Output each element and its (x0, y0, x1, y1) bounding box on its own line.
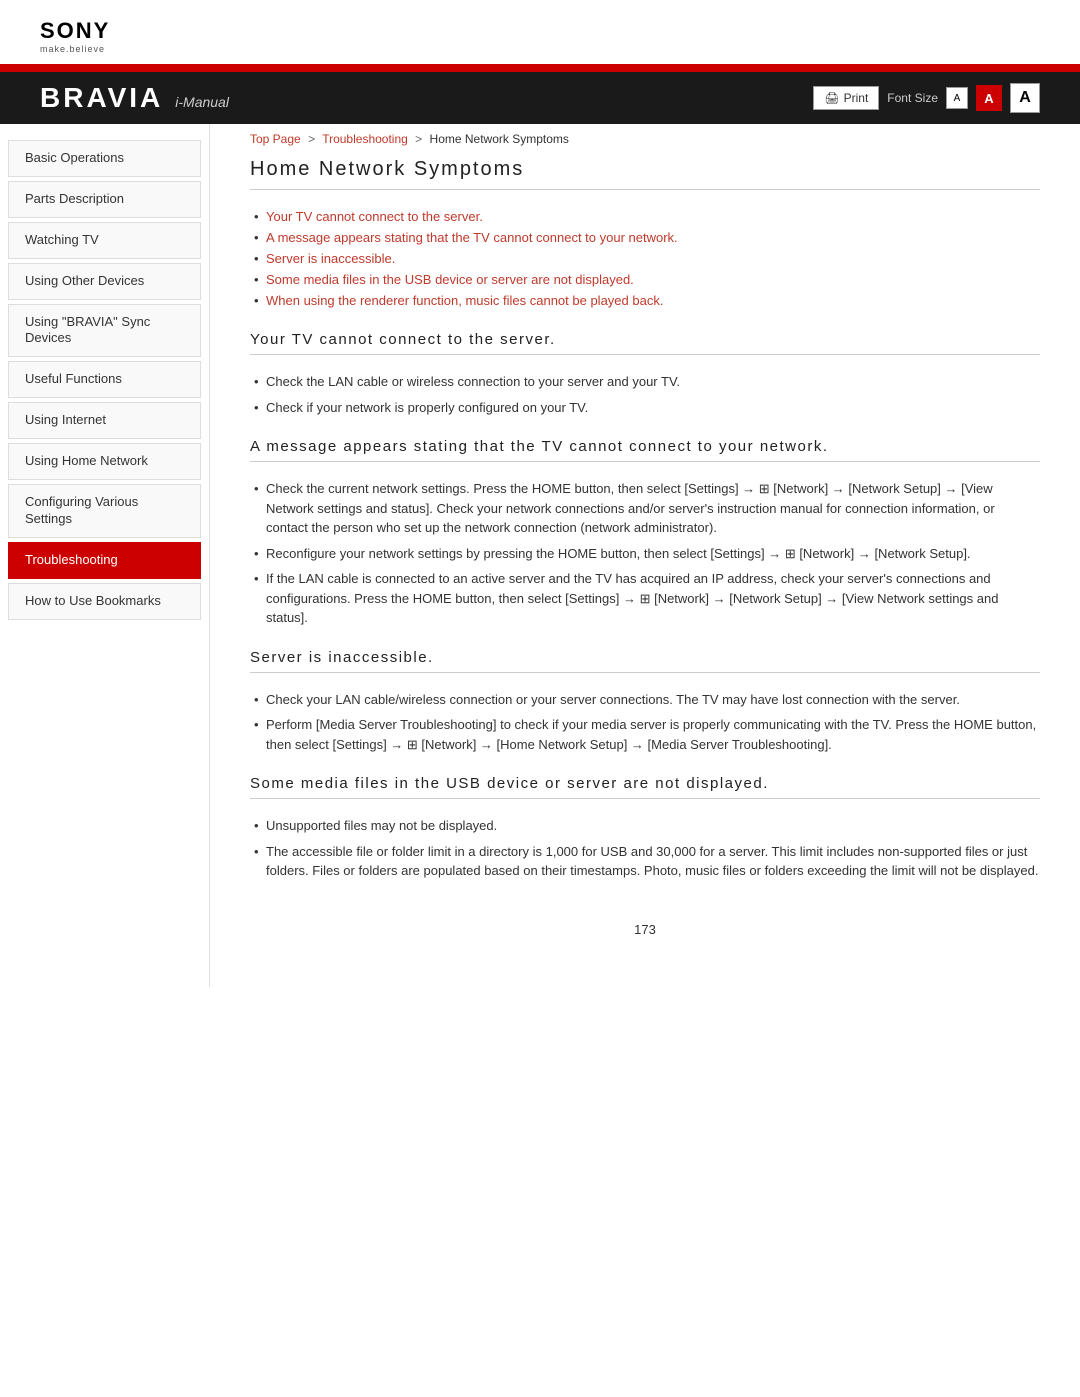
list-item: Your TV cannot connect to the server. (250, 206, 1040, 227)
sidebar: Basic Operations Parts Description Watch… (0, 124, 210, 987)
list-item: Check the LAN cable or wireless connecti… (250, 369, 1040, 395)
list-item: Check your LAN cable/wireless connection… (250, 687, 1040, 713)
font-large-button[interactable]: A (1010, 83, 1040, 113)
link-message-appears[interactable]: A message appears stating that the TV ca… (266, 230, 678, 245)
link-server-inaccessible[interactable]: Server is inaccessible. (266, 251, 395, 266)
list-item: A message appears stating that the TV ca… (250, 227, 1040, 248)
font-size-label: Font Size (887, 91, 938, 105)
page-number: 173 (250, 902, 1040, 947)
sony-tagline: make.believe (40, 44, 1040, 54)
sony-header: SONY make.believe (0, 0, 1080, 64)
list-item: Check the current network settings. Pres… (250, 476, 1040, 541)
sidebar-item-using-internet[interactable]: Using Internet (8, 402, 201, 439)
sidebar-item-configuring-settings[interactable]: Configuring Various Settings (8, 484, 201, 538)
section-title-media-files: Some media files in the USB device or se… (250, 775, 1040, 792)
font-medium-button[interactable]: A (976, 85, 1002, 111)
breadcrumb-troubleshooting[interactable]: Troubleshooting (322, 132, 408, 146)
breadcrumb-top-page[interactable]: Top Page (250, 132, 301, 146)
sony-logo: SONY (40, 18, 1040, 44)
red-accent-bar (0, 64, 1080, 72)
symptom-link-list: Your TV cannot connect to the server. A … (250, 206, 1040, 311)
section-divider-2 (250, 461, 1040, 462)
list-item: Perform [Media Server Troubleshooting] t… (250, 712, 1040, 757)
content-area: Top Page > Troubleshooting > Home Networ… (210, 124, 1080, 987)
sidebar-item-parts-description[interactable]: Parts Description (8, 181, 201, 218)
section-divider-4 (250, 798, 1040, 799)
sidebar-item-bravia-sync[interactable]: Using "BRAVIA" Sync Devices (8, 304, 201, 358)
font-small-button[interactable]: A (946, 87, 968, 109)
list-item: Unsupported files may not be displayed. (250, 813, 1040, 839)
list-item: When using the renderer function, music … (250, 290, 1040, 311)
list-item: Server is inaccessible. (250, 248, 1040, 269)
list-item: Some media files in the USB device or se… (250, 269, 1040, 290)
main-layout: Basic Operations Parts Description Watch… (0, 124, 1080, 987)
title-divider (250, 189, 1040, 190)
section-divider-1 (250, 354, 1040, 355)
breadcrumb-sep-2: > (415, 132, 422, 146)
bravia-brand: BRAVIA (40, 82, 163, 114)
section-4-bullets: Unsupported files may not be displayed. … (250, 813, 1040, 884)
header-controls: 🖨 Print Font Size A A A (813, 83, 1040, 113)
breadcrumb: Top Page > Troubleshooting > Home Networ… (250, 124, 1040, 158)
sidebar-item-watching-tv[interactable]: Watching TV (8, 222, 201, 259)
sidebar-item-useful-functions[interactable]: Useful Functions (8, 361, 201, 398)
link-renderer[interactable]: When using the renderer function, music … (266, 293, 663, 308)
sidebar-item-troubleshooting[interactable]: Troubleshooting (8, 542, 201, 579)
bravia-title-group: BRAVIA i-Manual (40, 82, 229, 114)
print-button[interactable]: 🖨 Print (813, 86, 879, 110)
section-title-message-appears: A message appears stating that the TV ca… (250, 438, 1040, 455)
section-1-bullets: Check the LAN cable or wireless connecti… (250, 369, 1040, 420)
bravia-manual-label: i-Manual (175, 94, 229, 110)
bravia-header-bar: BRAVIA i-Manual 🖨 Print Font Size A A A (0, 72, 1080, 124)
section-2-bullets: Check the current network settings. Pres… (250, 476, 1040, 631)
sidebar-item-using-home-network[interactable]: Using Home Network (8, 443, 201, 480)
sidebar-item-using-other-devices[interactable]: Using Other Devices (8, 263, 201, 300)
section-title-server-inaccessible: Server is inaccessible. (250, 649, 1040, 666)
page-title: Home Network Symptoms (250, 158, 1040, 181)
link-tv-cannot-connect[interactable]: Your TV cannot connect to the server. (266, 209, 483, 224)
list-item: Check if your network is properly config… (250, 395, 1040, 421)
list-item: If the LAN cable is connected to an acti… (250, 566, 1040, 631)
section-divider-3 (250, 672, 1040, 673)
breadcrumb-sep-1: > (308, 132, 315, 146)
section-title-tv-cannot-connect: Your TV cannot connect to the server. (250, 331, 1040, 348)
sidebar-item-bookmarks[interactable]: How to Use Bookmarks (8, 583, 201, 620)
list-item: Reconfigure your network settings by pre… (250, 541, 1040, 567)
print-icon: 🖨 (824, 91, 839, 105)
link-media-files[interactable]: Some media files in the USB device or se… (266, 272, 634, 287)
section-3-bullets: Check your LAN cable/wireless connection… (250, 687, 1040, 758)
list-item: The accessible file or folder limit in a… (250, 839, 1040, 884)
breadcrumb-current: Home Network Symptoms (430, 132, 569, 146)
sidebar-item-basic-operations[interactable]: Basic Operations (8, 140, 201, 177)
